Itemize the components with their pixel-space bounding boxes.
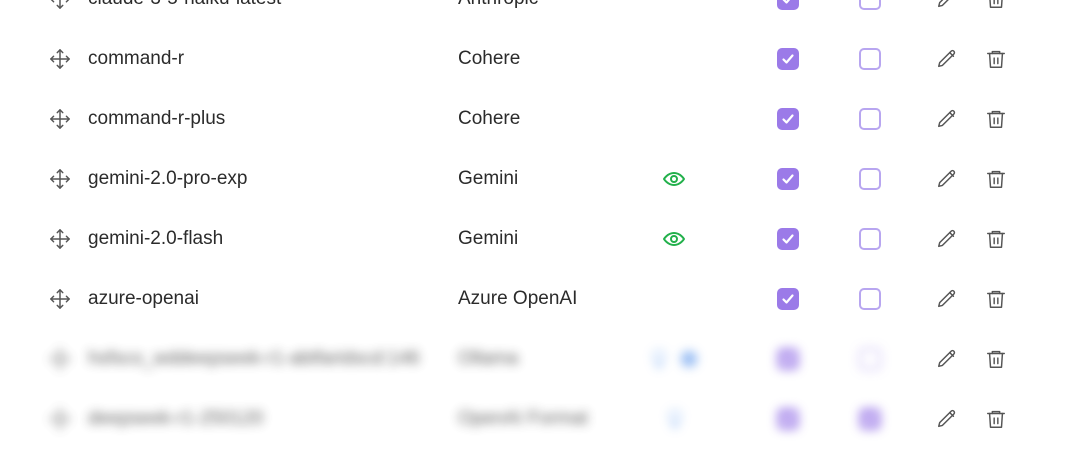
capability-icons: [640, 47, 720, 71]
delete-button[interactable]: [978, 221, 1014, 257]
default-checkbox[interactable]: [859, 408, 881, 430]
model-name: gemini-2.0-flash: [88, 228, 224, 249]
delete-button[interactable]: [978, 401, 1014, 437]
drag-handle-icon[interactable]: [49, 108, 71, 130]
table-row: command-r Cohere: [0, 29, 1080, 89]
eye-icon: [662, 227, 686, 251]
model-provider: Cohere: [458, 48, 521, 69]
enabled-checkbox[interactable]: [777, 108, 799, 130]
edit-button[interactable]: [929, 161, 965, 197]
default-checkbox[interactable]: [859, 168, 881, 190]
delete-button[interactable]: [978, 281, 1014, 317]
table-row: command-r-plus Cohere: [0, 89, 1080, 149]
delete-button[interactable]: [978, 341, 1014, 377]
table-row: hsfsco_wddeepseek-r1-abtfaridscd:146 Olla…: [0, 329, 1080, 389]
enabled-checkbox[interactable]: [777, 0, 799, 10]
capability-icons: [640, 287, 720, 311]
table-row: azure-openai Azure OpenAI: [0, 269, 1080, 329]
model-name: hsfsco_wddeepseek-r1-abtfaridscd:146: [88, 348, 420, 369]
model-provider: Azure OpenAI: [458, 288, 578, 309]
enabled-checkbox[interactable]: [777, 288, 799, 310]
edit-button[interactable]: [929, 281, 965, 317]
drag-handle-icon[interactable]: [49, 228, 71, 250]
model-provider: Anthropic: [458, 0, 538, 29]
edit-button[interactable]: [929, 101, 965, 137]
enabled-checkbox[interactable]: [777, 168, 799, 190]
edit-button[interactable]: [929, 41, 965, 77]
default-checkbox[interactable]: [859, 228, 881, 250]
model-provider: OpenAI Format: [458, 408, 588, 429]
drag-handle-icon[interactable]: [49, 48, 71, 70]
drag-handle-icon[interactable]: [49, 348, 71, 370]
edit-button[interactable]: [929, 341, 965, 377]
model-provider: Cohere: [458, 108, 521, 129]
drag-handle-icon[interactable]: [49, 408, 71, 430]
model-provider: Gemini: [458, 168, 519, 189]
model-name: claude-3-5-haiku-latest: [88, 0, 281, 29]
default-checkbox[interactable]: [859, 0, 881, 10]
model-table: claude-3-5-haiku-latestAnthropiccommand-…: [0, 0, 1080, 449]
globe-icon: [678, 348, 700, 370]
enabled-checkbox[interactable]: [777, 408, 799, 430]
edit-button[interactable]: [929, 221, 965, 257]
model-name: azure-openai: [88, 288, 199, 309]
default-checkbox[interactable]: [859, 108, 881, 130]
default-checkbox[interactable]: [859, 48, 881, 70]
table-row: deepseek-r1-250120 OpenAI Format: [0, 389, 1080, 449]
delete-button[interactable]: [978, 41, 1014, 77]
delete-button[interactable]: [978, 161, 1014, 197]
default-checkbox[interactable]: [859, 288, 881, 310]
table-row: gemini-2.0-flash Gemini: [0, 209, 1080, 269]
enabled-checkbox[interactable]: [777, 348, 799, 370]
table-row: gemini-2.0-pro-exp Gemini: [0, 149, 1080, 209]
table-row: claude-3-5-haiku-latest Anthropic: [0, 0, 1080, 29]
delete-button[interactable]: [978, 101, 1014, 137]
model-provider: Ollama: [458, 348, 519, 369]
delete-button[interactable]: [978, 0, 1014, 17]
model-name: gemini-2.0-pro-exp: [88, 168, 248, 189]
enabled-checkbox[interactable]: [777, 228, 799, 250]
drag-handle-icon[interactable]: [49, 0, 71, 10]
model-name: command-r: [88, 48, 185, 69]
model-provider: Gemini: [458, 228, 519, 249]
eye-icon: [662, 167, 686, 191]
edit-button[interactable]: [929, 0, 965, 17]
lightbulb-icon: [648, 348, 670, 370]
enabled-checkbox[interactable]: [777, 48, 799, 70]
capability-icons: [640, 0, 720, 11]
default-checkbox[interactable]: [859, 348, 881, 370]
capability-icons: [640, 407, 720, 431]
capability-icons: [640, 107, 720, 131]
capability-icons: [640, 347, 720, 371]
capability-icons: [640, 227, 720, 251]
capability-icons: [640, 167, 720, 191]
drag-handle-icon[interactable]: [49, 168, 71, 190]
model-name: deepseek-r1-250120: [88, 408, 264, 429]
edit-button[interactable]: [929, 401, 965, 437]
model-name: command-r-plus: [88, 108, 226, 129]
lightbulb-icon: [664, 408, 686, 430]
drag-handle-icon[interactable]: [49, 288, 71, 310]
